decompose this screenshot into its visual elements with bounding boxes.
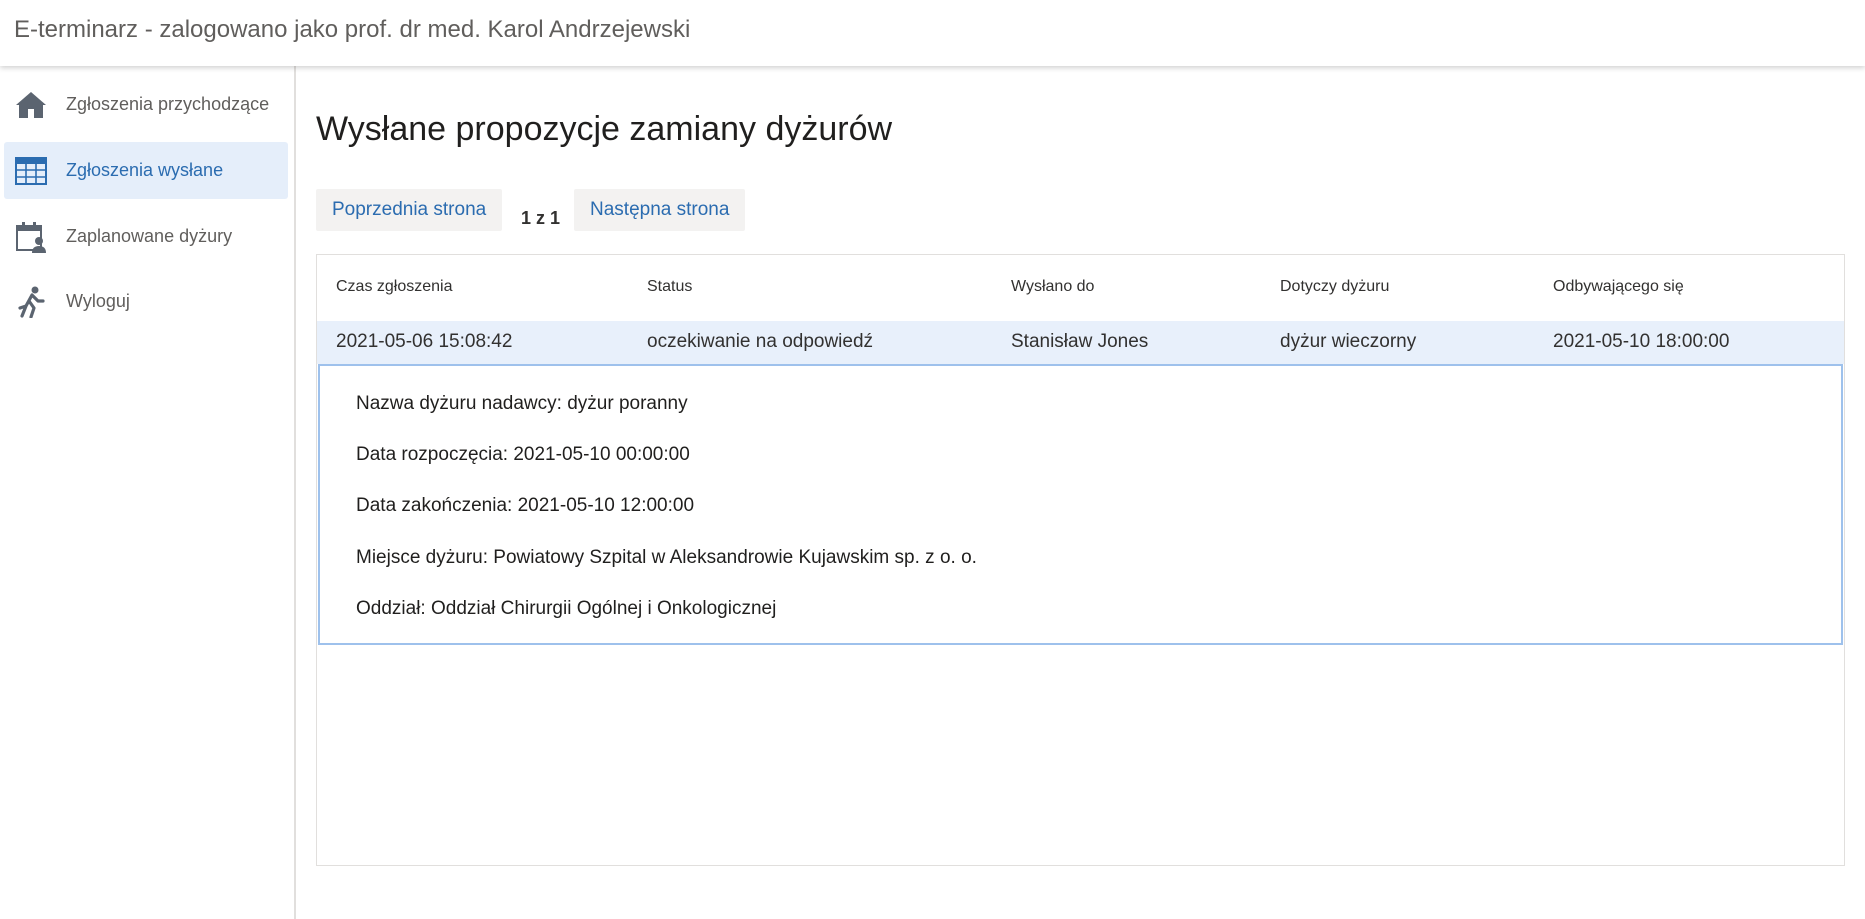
previous-page-button[interactable]: Poprzednia strona xyxy=(316,189,503,231)
page-title: Wysłane propozycje zamiany dyżurów xyxy=(316,110,893,148)
requests-table: Czas zgłoszenia Status Wysłano do Dotycz… xyxy=(316,254,1845,866)
detail-end-date: Data zakończenia: 2021-05-10 12:00:00 xyxy=(356,495,695,516)
detail-department: Oddział: Oddział Chirurgii Ogólnej i Onk… xyxy=(356,598,777,619)
table-row[interactable]: 2021-05-06 15:08:42 oczekiwanie na odpow… xyxy=(317,321,1844,364)
sidebar-item-sent[interactable]: Zgłoszenia wysłane xyxy=(4,142,288,199)
home-icon xyxy=(14,88,48,122)
row-details-panel: Nazwa dyżuru nadawcy: dyżur poranny Data… xyxy=(318,364,1843,645)
sidebar-item-scheduled[interactable]: Zaplanowane dyżury xyxy=(4,208,288,265)
column-header-sent-to: Wysłano do xyxy=(1011,278,1095,295)
cell-shift: dyżur wieczorny xyxy=(1280,331,1417,352)
detail-location: Miejsce dyżuru: Powiatowy Szpital w Alek… xyxy=(356,547,977,568)
sidebar-item-label: Wyloguj xyxy=(66,291,130,311)
app-title: E-terminarz - zalogowano jako prof. dr m… xyxy=(14,16,691,43)
cell-sent-to: Stanisław Jones xyxy=(1011,331,1149,352)
detail-sender-shift-name: Nazwa dyżuru nadawcy: dyżur poranny xyxy=(356,393,688,414)
sidebar-item-label: Zgłoszenia wysłane xyxy=(66,160,224,180)
column-header-status: Status xyxy=(647,278,693,295)
cell-status: oczekiwanie na odpowiedź xyxy=(647,331,874,352)
running-person-icon xyxy=(14,285,48,319)
sidebar-item-incoming[interactable]: Zgłoszenia przychodzące xyxy=(4,76,288,133)
column-header-request-time: Czas zgłoszenia xyxy=(336,278,453,295)
sidebar: Zgłoszenia przychodzące Zgłoszenia wysła… xyxy=(0,66,296,919)
table-icon xyxy=(14,154,48,188)
top-bar: E-terminarz - zalogowano jako prof. dr m… xyxy=(0,0,1865,66)
table-header: Czas zgłoszenia Status Wysłano do Dotycz… xyxy=(317,255,1844,321)
sidebar-item-label: Zgłoszenia przychodzące xyxy=(66,94,270,114)
cell-shift-date: 2021-05-10 18:00:00 xyxy=(1553,331,1730,352)
detail-start-date: Data rozpoczęcia: 2021-05-10 00:00:00 xyxy=(356,444,690,465)
sidebar-item-label: Zaplanowane dyżury xyxy=(66,226,233,246)
column-header-shift-date: Odbywającego się xyxy=(1553,278,1684,295)
next-page-button[interactable]: Następna strona xyxy=(574,189,746,231)
calendar-person-icon xyxy=(14,220,48,254)
cell-request-time: 2021-05-06 15:08:42 xyxy=(336,331,513,352)
column-header-shift: Dotyczy dyżuru xyxy=(1280,278,1390,295)
page-indicator: 1 z 1 xyxy=(521,208,561,228)
sidebar-item-logout[interactable]: Wyloguj xyxy=(4,273,288,330)
